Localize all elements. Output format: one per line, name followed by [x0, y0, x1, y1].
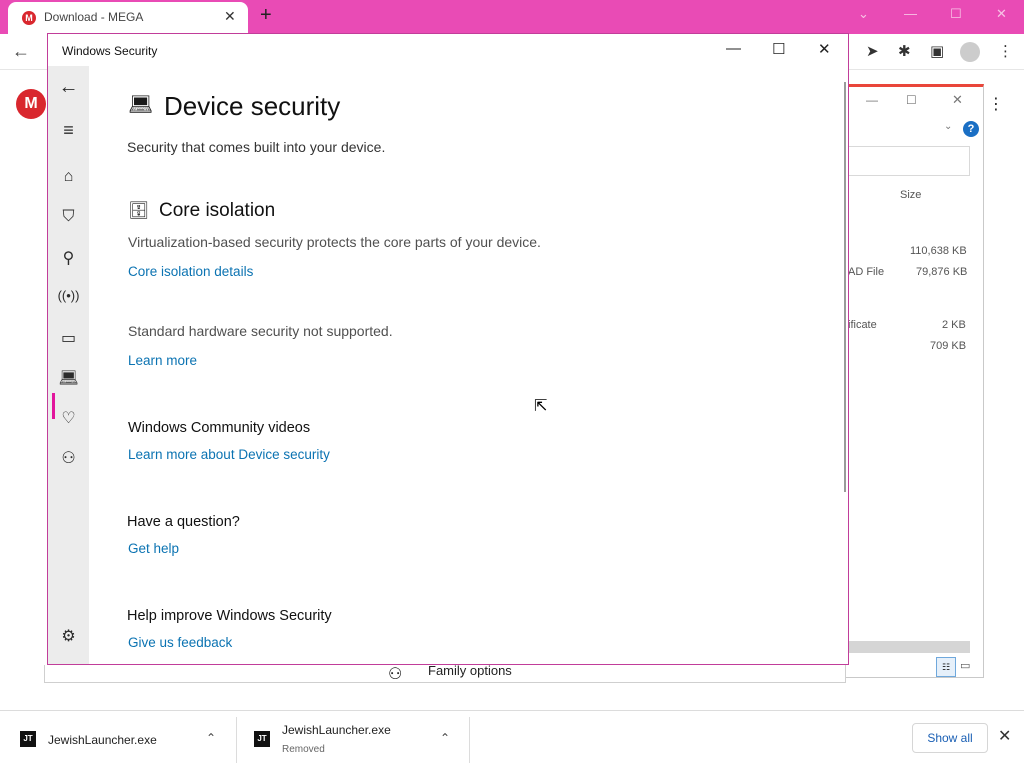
- window-title: Windows Security: [62, 44, 158, 58]
- explorer-search-box[interactable]: [846, 146, 970, 176]
- windows-security-window: Windows Security — ☐ ✕ ← ≡ ⌂ ⛉ ⚲ ((•)) ▭…: [47, 33, 849, 665]
- browser-menu-icon[interactable]: ⋮: [998, 42, 1013, 60]
- page-menu-icon[interactable]: ⋮: [988, 94, 1004, 114]
- core-isolation-icon: 🗄︎: [128, 201, 150, 220]
- core-isolation-title: Core isolation: [159, 200, 276, 221]
- core-isolation-details-link[interactable]: Core isolation details: [128, 264, 253, 279]
- shield-icon[interactable]: ⛉: [48, 208, 89, 226]
- tab-title: Download - MEGA: [44, 10, 144, 24]
- hamburger-menu-icon[interactable]: ≡: [48, 120, 89, 141]
- improve-heading: Help improve Windows Security: [127, 608, 332, 624]
- health-heart-icon[interactable]: ♡: [48, 408, 89, 428]
- family-icon: ⚇: [388, 666, 403, 683]
- tiles-view-icon[interactable]: ▭: [960, 659, 970, 672]
- chevron-up-icon[interactable]: ⌃: [440, 731, 450, 745]
- sidepanel-icon[interactable]: ▣: [930, 42, 944, 60]
- file-size: 2 KB: [942, 319, 966, 331]
- profile-avatar-icon[interactable]: [960, 42, 980, 62]
- new-tab-icon[interactable]: +: [260, 4, 272, 27]
- help-icon[interactable]: ?: [963, 121, 979, 137]
- learn-more-link[interactable]: Learn more: [128, 353, 197, 368]
- mega-favicon-icon: M: [22, 11, 36, 25]
- minimize-icon[interactable]: —: [726, 40, 741, 57]
- download-item-name[interactable]: JewishLauncher.exe: [282, 723, 391, 737]
- maximize-icon[interactable]: ☐: [772, 40, 785, 58]
- extensions-icon[interactable]: ✱: [898, 42, 911, 60]
- laptop-icon[interactable]: 💻︎: [48, 368, 89, 388]
- download-status: Removed: [282, 744, 325, 755]
- download-bar: JT JewishLauncher.exe ⌃ JT JewishLaunche…: [0, 710, 1024, 768]
- file-size: 110,638 KB: [910, 245, 967, 257]
- browser-back-icon[interactable]: ←: [12, 41, 30, 62]
- explorer-maximize-icon[interactable]: ☐: [906, 93, 917, 107]
- mega-logo[interactable]: M: [16, 89, 46, 119]
- give-feedback-link[interactable]: Give us feedback: [128, 635, 232, 650]
- close-icon[interactable]: ✕: [818, 40, 831, 58]
- get-help-link[interactable]: Get help: [128, 541, 179, 556]
- page-subtitle: Security that comes built into your devi…: [127, 139, 386, 155]
- family-options-label[interactable]: Family options: [428, 663, 512, 678]
- account-icon[interactable]: ⚲: [48, 248, 89, 268]
- divider: [236, 717, 237, 763]
- jt-app-icon: JT: [254, 731, 270, 747]
- file-size: 709 KB: [930, 340, 967, 352]
- file-size: 79,876 KB: [916, 266, 968, 278]
- browser-chevron-icon[interactable]: ⌄: [858, 6, 869, 22]
- file-type: ificate: [848, 319, 877, 331]
- divider: [469, 717, 470, 763]
- explorer-expand-icon[interactable]: ⌄: [944, 121, 952, 132]
- download-bar-close-icon[interactable]: ✕: [998, 726, 1011, 746]
- network-icon[interactable]: ((•)): [48, 288, 89, 303]
- home-icon[interactable]: ⌂: [48, 168, 89, 186]
- size-column-header[interactable]: Size: [900, 189, 921, 201]
- hardware-status-text: Standard hardware security not supported…: [128, 323, 393, 339]
- cursor-icon[interactable]: ➤: [866, 42, 879, 60]
- back-icon[interactable]: ←: [48, 76, 89, 99]
- file-type: AD File: [848, 266, 885, 278]
- title-bar[interactable]: Windows Security — ☐ ✕: [48, 34, 848, 66]
- browser-tab[interactable]: M Download - MEGA ✕: [8, 2, 248, 34]
- mouse-cursor-icon: ⇱: [534, 398, 548, 415]
- page-title: Device security: [164, 91, 341, 121]
- browser-maximize-icon[interactable]: ☐: [950, 6, 962, 22]
- tab-close-icon[interactable]: ✕: [224, 8, 236, 25]
- browser-minimize-icon[interactable]: —: [904, 6, 917, 21]
- navigation-rail: ← ≡ ⌂ ⛉ ⚲ ((•)) ▭ 💻︎ ♡ ⚇ ⚙: [48, 66, 89, 664]
- laptop-icon: 💻︎: [128, 94, 154, 116]
- core-isolation-description: Virtualization-based security protects t…: [128, 234, 541, 250]
- app-browser-icon[interactable]: ▭: [48, 328, 89, 348]
- download-item-name[interactable]: JewishLauncher.exe: [48, 733, 157, 747]
- learn-more-device-security-link[interactable]: Learn more about Device security: [128, 447, 330, 462]
- details-view-icon[interactable]: ☷: [936, 657, 956, 677]
- explorer-minimize-icon[interactable]: —: [866, 93, 878, 107]
- horizontal-scrollbar[interactable]: [846, 641, 970, 653]
- settings-gear-icon[interactable]: ⚙: [48, 626, 89, 646]
- jt-app-icon: JT: [20, 731, 36, 747]
- vertical-scrollbar[interactable]: [844, 82, 846, 492]
- content-pane: [89, 66, 847, 664]
- browser-close-icon[interactable]: ✕: [996, 6, 1007, 22]
- file-explorer-window: — ☐ ✕ ⌄ ? Size 110,638 KB AD File 79,876…: [846, 84, 984, 678]
- question-heading: Have a question?: [127, 514, 240, 530]
- community-videos-heading: Windows Community videos: [128, 420, 311, 436]
- family-icon[interactable]: ⚇: [48, 448, 89, 468]
- chevron-up-icon[interactable]: ⌃: [206, 731, 216, 745]
- explorer-close-icon[interactable]: ✕: [952, 92, 963, 108]
- show-all-button[interactable]: Show all: [912, 723, 988, 753]
